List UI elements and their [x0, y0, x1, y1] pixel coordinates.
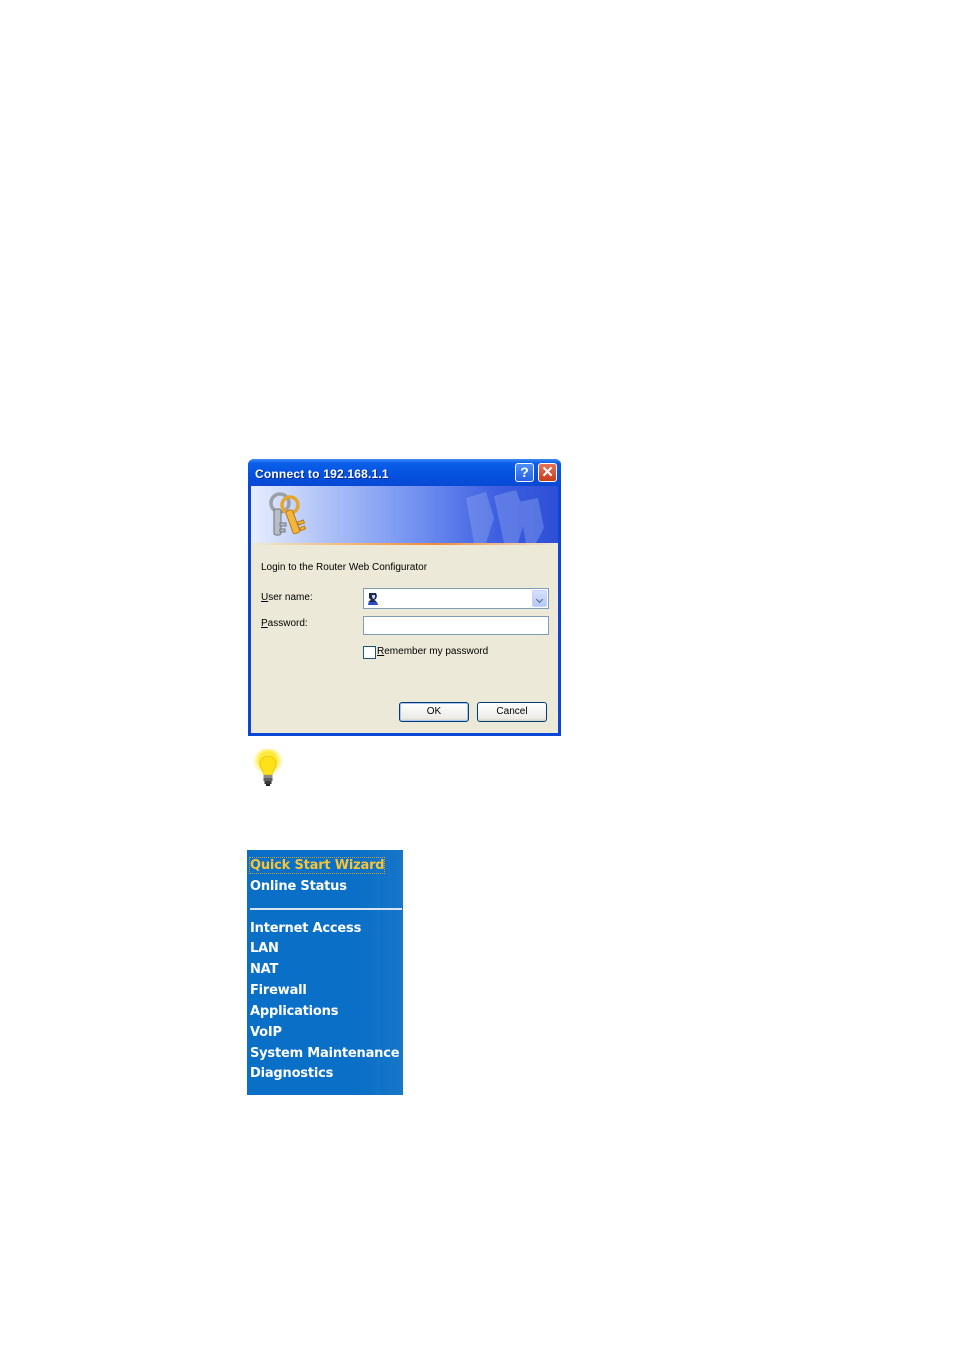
nav-item-nat[interactable]: NAT	[250, 962, 278, 977]
dialog-body: Login to the Router Web Configurator Use…	[251, 486, 558, 733]
nav-item-applications[interactable]: Applications	[250, 1004, 338, 1019]
close-button[interactable]: ✕	[538, 463, 557, 482]
login-dialog: Connect to 192.168.1.1 ? ✕ Login to the …	[248, 459, 561, 736]
dialog-title: Connect to 192.168.1.1	[255, 467, 389, 481]
nav-item-firewall[interactable]: Firewall	[250, 983, 307, 998]
nav-item-internet-access[interactable]: Internet Access	[250, 921, 361, 936]
password-label-text: assword:	[267, 618, 308, 629]
dialog-titlebar[interactable]: Connect to 192.168.1.1 ? ✕	[248, 459, 561, 486]
ok-button[interactable]: OK	[399, 702, 469, 722]
username-label: User name:	[261, 592, 313, 603]
cancel-button[interactable]: Cancel	[477, 702, 547, 722]
remember-password-label[interactable]: Remember my password	[377, 646, 488, 657]
nav-item-quick-start-wizard[interactable]: Quick Start Wizard	[248, 857, 386, 874]
dialog-banner	[251, 486, 558, 543]
chevron-down-icon[interactable]	[532, 590, 547, 607]
username-combobox[interactable]	[363, 588, 549, 609]
password-input[interactable]	[363, 616, 549, 635]
banner-divider	[251, 543, 558, 545]
nav-item-lan[interactable]: LAN	[250, 941, 279, 956]
nav-menu: Quick Start Wizard Online Status Interne…	[247, 850, 403, 1095]
nav-item-online-status[interactable]: Online Status	[250, 879, 347, 894]
keys-icon	[269, 492, 307, 536]
user-icon	[367, 592, 379, 605]
username-label-text: ser name:	[268, 592, 313, 603]
remember-label-text: emember my password	[384, 646, 489, 657]
password-label: Password:	[261, 618, 308, 629]
lightbulb-icon	[252, 749, 284, 786]
intro-text: Login to the Router Web Configurator	[261, 562, 428, 573]
nav-item-diagnostics[interactable]: Diagnostics	[250, 1066, 333, 1081]
remember-password-checkbox[interactable]	[363, 646, 376, 659]
nav-item-system-maintenance[interactable]: System Maintenance	[250, 1046, 400, 1061]
keys-watermark-icon	[466, 490, 544, 543]
nav-divider	[250, 908, 402, 910]
nav-item-voip[interactable]: VoIP	[250, 1025, 282, 1040]
help-button[interactable]: ?	[515, 463, 534, 482]
password-accel: P	[261, 618, 268, 629]
